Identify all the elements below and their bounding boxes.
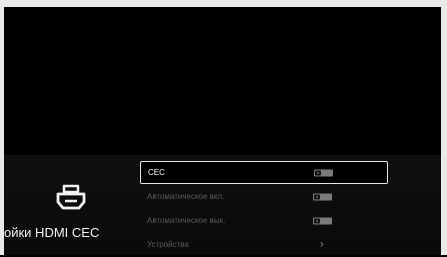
hdmi-icon	[54, 182, 88, 212]
cec-toggle[interactable]	[314, 169, 333, 176]
cec-menu: CEC Автоматическое вкл. Автоматическое в…	[140, 161, 388, 257]
screen-frame-top	[0, 0, 447, 7]
menu-item-devices[interactable]: Устройства ›	[140, 233, 388, 256]
screen-frame-left	[0, 0, 4, 255]
menu-item-label: CEC	[148, 168, 165, 177]
menu-item-label: Устройства	[147, 240, 189, 249]
screen-frame-right	[441, 0, 447, 255]
chevron-right-icon: ›	[320, 238, 324, 250]
video-area	[4, 7, 441, 155]
auto-on-toggle[interactable]	[313, 193, 332, 200]
menu-item-auto-off[interactable]: Автоматическое вык.	[140, 209, 388, 232]
toggle-knob	[315, 170, 321, 175]
menu-item-label: Автоматическое вык.	[147, 216, 226, 225]
tv-screen: ойки HDMI CEC CEC Автоматическое вкл. Ав…	[0, 0, 447, 255]
toggle-knob	[314, 218, 320, 223]
auto-off-toggle[interactable]	[313, 217, 332, 224]
menu-item-auto-on[interactable]: Автоматическое вкл.	[140, 185, 388, 208]
menu-item-label: Автоматическое вкл.	[147, 192, 225, 201]
section-title: ойки HDMI CEC	[4, 225, 100, 240]
menu-item-cec[interactable]: CEC	[140, 161, 388, 184]
toggle-knob	[314, 194, 320, 199]
